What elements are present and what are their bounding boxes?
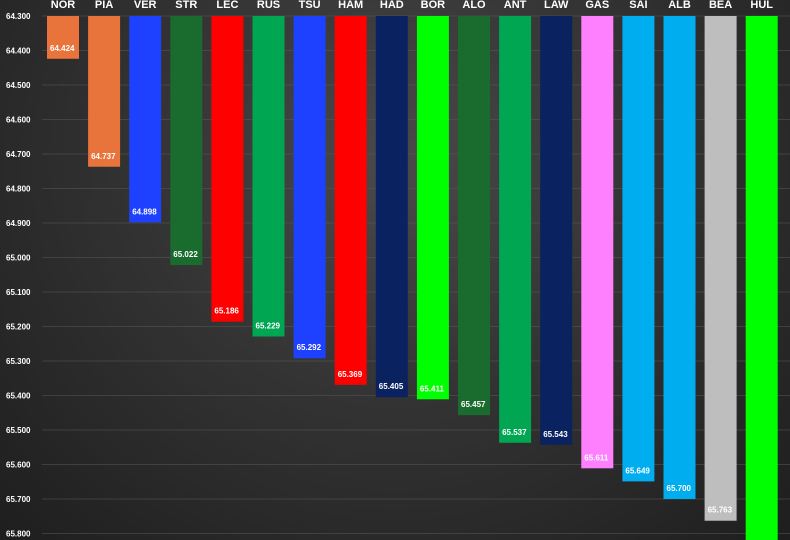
value-label: 65.700	[667, 484, 692, 493]
y-tick-label: 65.000	[6, 254, 31, 263]
y-tick-label: 64.600	[6, 116, 31, 125]
category-label: GAS	[585, 0, 609, 11]
bar	[622, 16, 655, 482]
bar	[211, 16, 244, 322]
bar	[416, 16, 449, 400]
value-label: 65.537	[502, 428, 527, 437]
value-label: 65.411	[420, 384, 445, 393]
category-label: BOR	[421, 0, 446, 11]
bar	[170, 16, 203, 266]
category-label: LAW	[544, 0, 569, 11]
value-label: 65.543	[543, 430, 568, 439]
value-label: 65.649	[625, 466, 650, 475]
value-label: 65.292	[297, 343, 322, 352]
bar	[458, 16, 490, 416]
category-label: ALB	[668, 0, 691, 11]
value-label: 65.186	[214, 307, 239, 316]
value-label: 64.424	[50, 44, 75, 53]
value-label: 65.369	[338, 370, 363, 379]
bar	[129, 16, 162, 223]
bar	[375, 16, 408, 398]
bar	[745, 16, 778, 540]
bar	[704, 16, 737, 521]
value-label: 64.898	[132, 207, 157, 216]
y-tick-label: 65.800	[6, 530, 31, 539]
value-label: 65.022	[173, 250, 198, 259]
value-label: 65.229	[256, 322, 281, 331]
category-label: HAM	[338, 0, 363, 11]
bar	[293, 16, 326, 359]
y-tick-label: 64.800	[6, 185, 31, 194]
bar	[540, 16, 573, 445]
y-tick-label: 64.500	[6, 81, 31, 90]
category-label: STR	[175, 0, 197, 11]
y-tick-label: 65.700	[6, 495, 31, 504]
bar	[334, 16, 367, 385]
y-tick-label: 65.500	[6, 426, 31, 435]
lap-time-bar-chart: 64.300 64.400 64.500 64.600 64.700 64.800 64.9…	[6, 0, 790, 540]
category-label: PIA	[95, 0, 113, 11]
y-tick-label: 65.600	[6, 461, 31, 470]
y-tick-label: 64.900	[6, 219, 31, 228]
value-label: 65.405	[379, 382, 404, 391]
bar	[88, 16, 121, 167]
category-label: BEA	[709, 0, 732, 11]
y-tick-label: 64.400	[6, 47, 31, 56]
value-label: 65.457	[461, 400, 486, 409]
bar	[663, 16, 696, 499]
bar	[499, 16, 532, 443]
y-tick-label: 65.300	[6, 357, 31, 366]
y-tick-label: 65.400	[6, 392, 31, 401]
category-label: TSU	[299, 0, 321, 11]
value-label: 64.737	[91, 152, 116, 161]
value-label: 65.763	[708, 506, 733, 515]
category-label: HUL	[750, 0, 773, 11]
y-tick-label: 64.300	[6, 12, 31, 21]
bar	[581, 16, 614, 469]
category-label: LEC	[216, 0, 238, 11]
category-label: NOR	[51, 0, 76, 11]
category-label: SAI	[629, 0, 647, 11]
y-tick-label: 64.700	[6, 150, 31, 159]
category-label: ALO	[462, 0, 486, 11]
value-label: 65.611	[584, 453, 609, 462]
y-tick-label: 65.100	[6, 288, 31, 297]
category-label: HAD	[380, 0, 404, 11]
category-label: VER	[134, 0, 157, 11]
y-tick-label: 65.200	[6, 323, 31, 332]
category-label: RUS	[257, 0, 280, 11]
bar	[252, 16, 285, 337]
category-label: ANT	[504, 0, 527, 11]
